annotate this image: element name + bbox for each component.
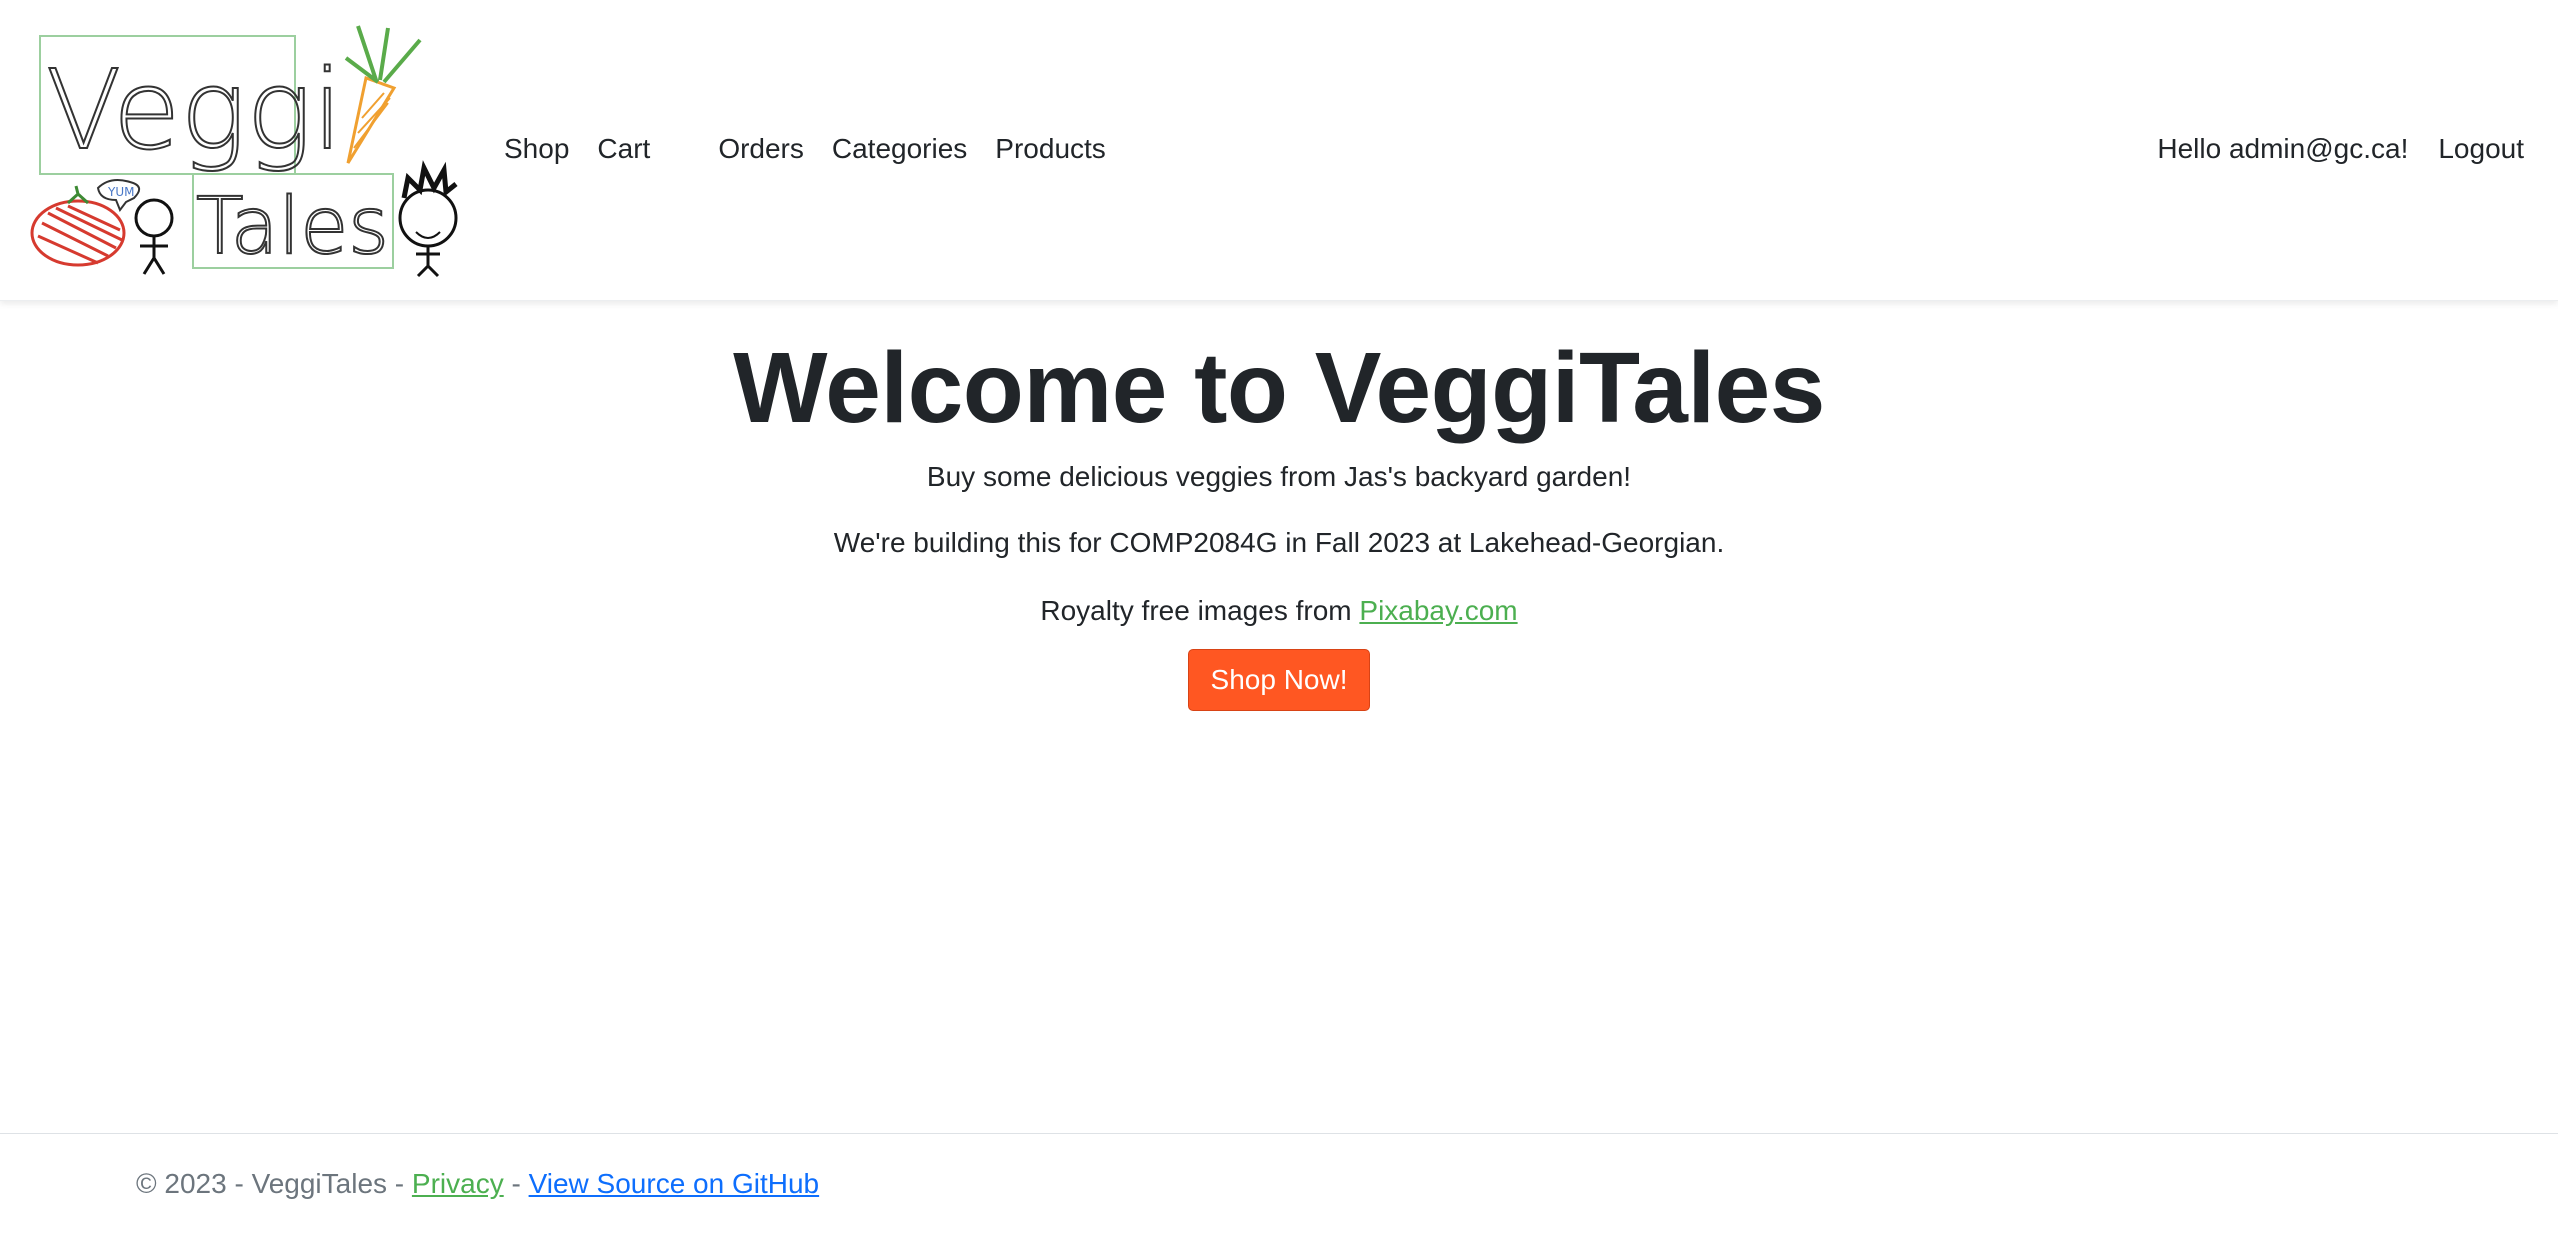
credit-text: Royalty free images from: [1040, 595, 1360, 626]
veggitales-logo[interactable]: Veggi Tales YUM: [28, 18, 468, 280]
stick-figure-icon: [398, 160, 458, 278]
github-link[interactable]: View Source on GitHub: [529, 1168, 820, 1199]
speech-bubble-text: YUM: [107, 185, 134, 199]
stick-figure-icon: YUM: [96, 179, 174, 275]
nav-cart[interactable]: Cart: [597, 133, 650, 165]
shop-now-button[interactable]: Shop Now!: [1187, 649, 1371, 711]
hero-line-3: Royalty free images from Pixabay.com: [0, 595, 2558, 627]
user-greeting[interactable]: Hello admin@gc.ca!: [2157, 133, 2408, 165]
pixabay-link[interactable]: Pixabay.com: [1359, 595, 1517, 626]
hero-line-1: Buy some delicious veggies from Jas's ba…: [926, 461, 1632, 492]
logo-text-tales: Tales: [196, 182, 389, 272]
footer-separator: -: [503, 1168, 529, 1199]
site-footer: © 2023 - VeggiTales - Privacy - View Sou…: [0, 1133, 2558, 1238]
logo-text-veggi: Veggi: [46, 46, 343, 174]
privacy-link[interactable]: Privacy: [412, 1168, 504, 1199]
nav-shop[interactable]: Shop: [504, 133, 569, 165]
logout-link[interactable]: Logout: [2438, 133, 2524, 165]
copyright-text: © 2023 - VeggiTales -: [136, 1168, 412, 1199]
nav-categories[interactable]: Categories: [832, 133, 967, 165]
hero-line-2: We're building this for COMP2084G in Fal…: [833, 527, 1725, 558]
page-title: Welcome to VeggiTales: [733, 332, 1825, 444]
nav-products[interactable]: Products: [995, 133, 1106, 165]
hero-section: Welcome to VeggiTales Buy some delicious…: [0, 300, 2558, 711]
main-nav: Shop Cart Orders Categories Products: [504, 133, 1106, 165]
carrot-icon: [344, 25, 422, 164]
user-nav: Hello admin@gc.ca! Logout: [2157, 133, 2524, 165]
footer-text: © 2023 - VeggiTales - Privacy - View Sou…: [136, 1168, 819, 1200]
site-header: Veggi Tales YUM Shop Cart Orders Categor…: [0, 0, 2558, 301]
nav-orders[interactable]: Orders: [718, 133, 804, 165]
